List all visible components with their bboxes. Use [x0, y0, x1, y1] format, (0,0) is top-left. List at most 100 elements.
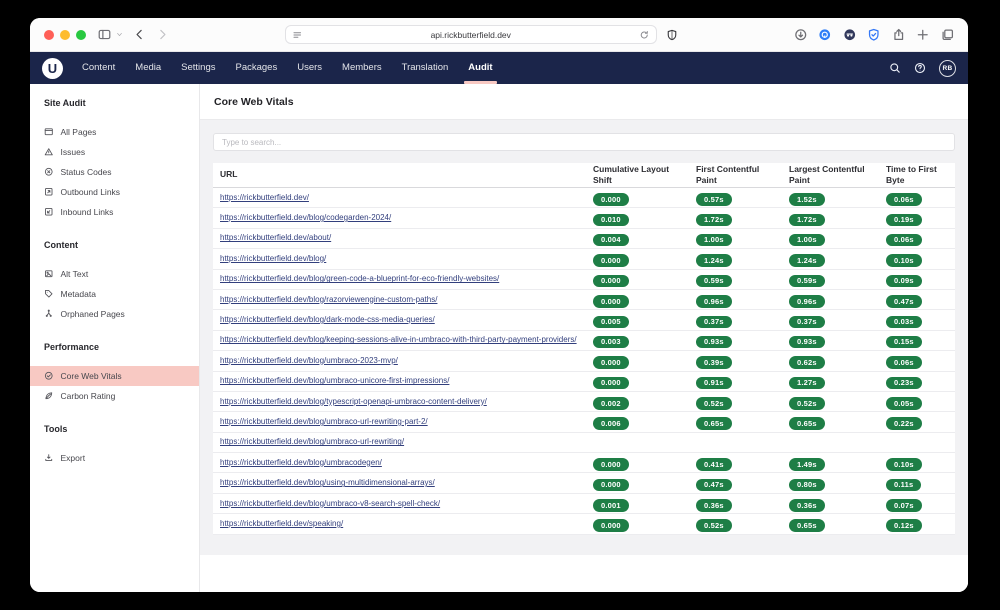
onepassword-icon[interactable]: [818, 28, 832, 42]
shield-check-icon[interactable]: [867, 28, 881, 42]
carbon-rating-icon: [44, 391, 54, 401]
cls-badge: 0.000: [593, 479, 629, 492]
fcp-badge: 0.91s: [696, 377, 732, 390]
url-link[interactable]: https://rickbutterfield.dev/blog/umbraco…: [220, 437, 404, 446]
url-link[interactable]: https://rickbutterfield.dev/blog/umbraco…: [220, 417, 428, 426]
url-link[interactable]: https://rickbutterfield.dev/blog/umbraco…: [220, 499, 440, 508]
avatar[interactable]: RB: [939, 60, 956, 77]
back-icon[interactable]: [133, 28, 146, 41]
nav-item-settings[interactable]: Settings: [171, 52, 225, 84]
metric-cell: 0.10s: [886, 454, 955, 472]
url-link[interactable]: https://rickbutterfield.dev/blog/umbraco…: [220, 376, 449, 385]
sidebar-section-list: All PagesIssuesStatus CodesOutbound Link…: [30, 122, 199, 222]
sidebar-item-outbound-links[interactable]: Outbound Links: [30, 182, 199, 202]
nav-item-packages[interactable]: Packages: [225, 52, 287, 84]
table-row: https://rickbutterfield.dev/blog/codegar…: [213, 208, 955, 228]
close-button[interactable]: [44, 30, 54, 40]
sidebar-item-all-pages[interactable]: All Pages: [30, 122, 199, 142]
share-icon[interactable]: [892, 28, 906, 42]
url-link[interactable]: https://rickbutterfield.dev/blog/codegar…: [220, 213, 391, 222]
nav-item-content[interactable]: Content: [72, 52, 125, 84]
url-link[interactable]: https://rickbutterfield.dev/blog/umbraco…: [220, 458, 382, 467]
table-row: https://rickbutterfield.dev/about/0.0041…: [213, 229, 955, 249]
metric-cell: 0.15s: [886, 331, 955, 349]
zoom-button[interactable]: [76, 30, 86, 40]
cls-badge: 0.006: [593, 417, 629, 430]
metric-cell: 0.59s: [789, 270, 886, 288]
url-link[interactable]: https://rickbutterfield.dev/blog/razorvi…: [220, 295, 437, 304]
metric-cell: 0.93s: [696, 331, 789, 349]
cls-badge: 0.000: [593, 295, 629, 308]
help-icon[interactable]: [914, 62, 926, 74]
new-tab-icon[interactable]: [916, 28, 930, 42]
profile-extension-icon[interactable]: [843, 28, 857, 42]
tabs-icon[interactable]: [941, 28, 955, 42]
minimize-button[interactable]: [60, 30, 70, 40]
sidebar-item-inbound-links[interactable]: Inbound Links: [30, 202, 199, 222]
address-bar[interactable]: api.rickbutterfield.dev: [285, 25, 657, 44]
app-body: Site AuditAll PagesIssuesStatus CodesOut…: [30, 84, 968, 592]
sidebar-item-orphaned-pages[interactable]: Orphaned Pages: [30, 304, 199, 324]
search-icon[interactable]: [889, 62, 901, 74]
umbraco-logo[interactable]: U: [42, 58, 63, 79]
download-icon[interactable]: [794, 28, 808, 42]
nav-item-users[interactable]: Users: [287, 52, 332, 84]
url-link[interactable]: https://rickbutterfield.dev/about/: [220, 233, 331, 242]
table-row: https://rickbutterfield.dev/blog/keeping…: [213, 331, 955, 351]
url-link[interactable]: https://rickbutterfield.dev/blog/keeping…: [220, 335, 577, 344]
url-cell: https://rickbutterfield.dev/blog/umbraco…: [213, 494, 593, 513]
page-title: Core Web Vitals: [214, 96, 294, 108]
sidebar-item-export[interactable]: Export: [30, 448, 199, 468]
metric-cell: 0.000: [593, 454, 696, 472]
reload-icon[interactable]: [639, 29, 650, 40]
url-cell: https://rickbutterfield.dev/: [213, 188, 593, 207]
lcp-badge: 1.00s: [789, 234, 825, 247]
metric-cell: 0.41s: [696, 454, 789, 472]
ttfb-badge: 0.03s: [886, 316, 922, 329]
url-link[interactable]: https://rickbutterfield.dev/blog/umbraco…: [220, 356, 398, 365]
metric-cell: 0.10s: [886, 250, 955, 268]
ttfb-badge: 0.06s: [886, 234, 922, 247]
url-link[interactable]: https://rickbutterfield.dev/blog/using-m…: [220, 478, 435, 487]
sidebar-item-alt-text[interactable]: Alt Text: [30, 264, 199, 284]
fcp-badge: 0.52s: [696, 519, 732, 532]
nav-item-members[interactable]: Members: [332, 52, 392, 84]
table-row: https://rickbutterfield.dev/blog/0.0001.…: [213, 249, 955, 269]
url-link[interactable]: https://rickbutterfield.dev/blog/dark-mo…: [220, 315, 435, 324]
sidebar-item-status-codes[interactable]: Status Codes: [30, 162, 199, 182]
sidebar-toggle-icon[interactable]: [98, 28, 111, 41]
metric-cell: 0.010: [593, 209, 696, 227]
privacy-shield-icon[interactable]: [666, 29, 678, 41]
url-link[interactable]: https://rickbutterfield.dev/blog/green-c…: [220, 274, 499, 283]
sidebar-item-issues[interactable]: Issues: [30, 142, 199, 162]
ttfb-badge: 0.07s: [886, 499, 922, 512]
url-link[interactable]: https://rickbutterfield.dev/speaking/: [220, 519, 343, 528]
main-header: Core Web Vitals: [200, 84, 968, 120]
cls-badge: 0.001: [593, 499, 629, 512]
url-cell: https://rickbutterfield.dev/blog/keeping…: [213, 331, 593, 350]
table-body: https://rickbutterfield.dev/0.0000.57s1.…: [213, 188, 955, 535]
sidebar-item-label: Export: [61, 453, 86, 463]
cls-badge: 0.010: [593, 214, 629, 227]
table-row: https://rickbutterfield.dev/blog/razorvi…: [213, 290, 955, 310]
metric-cell: 0.002: [593, 393, 696, 411]
nav-item-media[interactable]: Media: [125, 52, 171, 84]
forward-icon[interactable]: [156, 28, 169, 41]
sidebar-section-list: Core Web Vitals Carbon Rating: [30, 366, 199, 406]
url-cell: https://rickbutterfield.dev/blog/umbraco…: [213, 433, 593, 452]
sidebar-item-carbon-rating[interactable]: Carbon Rating: [30, 386, 199, 406]
core-web-vitals-table: URLCumulative Layout ShiftFirst Contentf…: [213, 163, 955, 535]
nav-item-audit[interactable]: Audit: [458, 52, 502, 84]
nav-item-translation[interactable]: Translation: [392, 52, 459, 84]
url-link[interactable]: https://rickbutterfield.dev/: [220, 193, 309, 202]
sidebar-item-metadata[interactable]: Metadata: [30, 284, 199, 304]
reader-icon[interactable]: [292, 29, 303, 40]
search-input[interactable]: [213, 133, 955, 151]
url-link[interactable]: https://rickbutterfield.dev/blog/: [220, 254, 326, 263]
url-link[interactable]: https://rickbutterfield.dev/blog/typescr…: [220, 397, 487, 406]
sidebar-item-label: Core Web Vitals: [61, 371, 122, 381]
ttfb-badge: 0.09s: [886, 275, 922, 288]
chevron-down-icon[interactable]: [121, 31, 123, 38]
ttfb-badge: 0.12s: [886, 519, 922, 532]
sidebar-item-core-web-vitals[interactable]: Core Web Vitals: [30, 366, 199, 386]
